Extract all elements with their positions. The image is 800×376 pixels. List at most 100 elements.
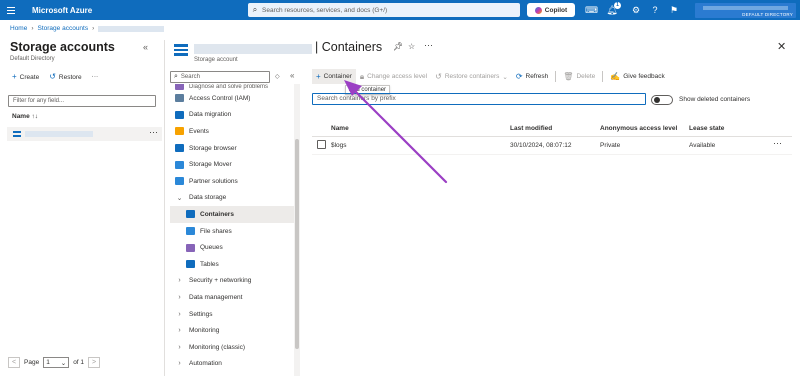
name-column-header[interactable]: Name ↑↓	[12, 113, 38, 120]
delete-label: Delete	[576, 73, 596, 80]
breadcrumb: Home › Storage accounts ›	[10, 25, 165, 32]
menu-item-label: Automation	[189, 360, 222, 368]
row-more-button[interactable]: ···	[773, 138, 782, 148]
chevron-down-icon: ⌄	[502, 73, 508, 81]
restore-icon: ↺	[49, 72, 56, 81]
resource-menu: Diagnose and solve problems Access Contro…	[170, 84, 294, 372]
storage-account-icon	[174, 44, 188, 56]
column-header-name[interactable]: Name	[331, 125, 349, 132]
menu-scrollbar[interactable]	[294, 84, 300, 376]
command-bar: + Container 🔒︎ Change access level ↺ Restor…	[312, 69, 669, 84]
plus-icon: +	[316, 72, 321, 81]
feedback-icon[interactable]: ⚑	[668, 4, 680, 16]
restore-button[interactable]: ↺ Restore	[49, 72, 81, 81]
menu-item-data-management[interactable]: › Data management	[170, 289, 294, 306]
menu-item-label: Containers	[200, 210, 234, 218]
add-container-label: Container	[323, 73, 352, 80]
menu-item-label: Storage browser	[189, 144, 237, 152]
breadcrumb-storage-accounts[interactable]: Storage accounts	[38, 25, 89, 32]
menu-item-label: File shares	[200, 227, 232, 235]
copilot-button[interactable]: Copilot	[527, 3, 575, 17]
resource-subtitle: Storage account	[194, 57, 238, 63]
page-select[interactable]: 1 ⌄	[43, 357, 70, 368]
lock-icon: 🔒︎	[359, 71, 365, 81]
menu-item-label: Monitoring (classic)	[189, 343, 245, 351]
menu-item-data-storage[interactable]: ⌄ Data storage	[170, 190, 294, 207]
close-icon[interactable]: ✕	[777, 40, 786, 53]
give-feedback-button[interactable]: ✍ Give feedback	[606, 69, 669, 84]
account-name-redacted	[703, 6, 788, 10]
menu-item-label: Events	[189, 127, 209, 135]
queues-icon	[186, 243, 195, 252]
next-page-button[interactable]: >	[88, 357, 101, 368]
more-options-button[interactable]: ···	[92, 73, 99, 80]
refresh-icon: ⟳	[515, 72, 523, 81]
star-icon[interactable]: ☆	[408, 42, 415, 51]
give-feedback-label: Give feedback	[623, 73, 665, 80]
plus-icon: +	[12, 72, 17, 81]
prev-page-button[interactable]: <	[8, 357, 20, 368]
menu-item-storage-browser[interactable]: Storage browser	[170, 140, 294, 157]
pin-icon[interactable]: 📌︎	[393, 42, 403, 51]
settings-icon[interactable]: ⚙	[630, 4, 642, 16]
menu-item-label: Access Control (IAM)	[189, 94, 251, 102]
chevron-right-icon: ›	[178, 327, 181, 335]
storage-account-icon	[13, 131, 21, 137]
storage-account-row[interactable]: ···	[7, 127, 162, 141]
menu-item-security-networking[interactable]: › Security + networking	[170, 273, 294, 290]
menu-item-monitoring[interactable]: › Monitoring	[170, 322, 294, 339]
scrollbar-thumb[interactable]	[295, 139, 299, 349]
column-header-last-modified[interactable]: Last modified	[510, 125, 552, 132]
more-options-button[interactable]: ···	[424, 40, 433, 50]
chevron-right-icon: ›	[178, 293, 181, 301]
menu-item-data-migration[interactable]: Data migration	[170, 107, 294, 124]
help-icon[interactable]: ?	[649, 4, 661, 16]
refresh-label: Refresh	[525, 73, 549, 80]
show-deleted-toggle[interactable]	[651, 95, 673, 105]
partner-solutions-icon	[175, 177, 184, 186]
column-header-access-level[interactable]: Anonymous access level	[600, 125, 677, 132]
delete-button[interactable]: 🗑︎ Delete	[559, 69, 599, 84]
column-header-lease-state[interactable]: Lease state	[689, 125, 724, 132]
container-name-link[interactable]: $logs	[331, 142, 347, 149]
filter-input[interactable]: Filter for any field...	[8, 95, 156, 107]
menu-item-tables[interactable]: Tables	[170, 256, 294, 273]
menu-item-file-shares[interactable]: File shares	[170, 223, 294, 240]
collapse-menu-icon[interactable]: «	[290, 71, 294, 80]
menu-item-access-control-iam[interactable]: Access Control (IAM)	[170, 90, 294, 107]
page-label: Page	[24, 359, 40, 366]
refresh-button[interactable]: ⟳ Refresh	[512, 69, 552, 84]
create-button[interactable]: + Create	[12, 72, 39, 81]
page-title: Storage accounts	[10, 40, 115, 54]
breadcrumb-account-redacted[interactable]	[98, 25, 165, 32]
collapse-panel-icon[interactable]: «	[143, 42, 148, 52]
cloud-shell-icon[interactable]: ⌨	[585, 4, 598, 16]
global-search-input[interactable]: ⌕ Search resources, services, and docs (…	[248, 3, 520, 17]
container-lease-state: Available	[689, 142, 716, 149]
events-icon	[175, 127, 184, 136]
notification-badge: 1	[614, 2, 621, 9]
menu-item-monitoring-classic[interactable]: › Monitoring (classic)	[170, 339, 294, 356]
menu-item-events[interactable]: Events	[170, 123, 294, 140]
add-container-button[interactable]: + Container	[312, 69, 356, 84]
account-menu[interactable]: DEFAULT DIRECTORY	[695, 3, 796, 18]
restore-containers-button[interactable]: ↺ Restore containers ⌄	[431, 69, 512, 84]
change-access-level-button[interactable]: 🔒︎ Change access level	[356, 69, 431, 84]
menu-item-settings[interactable]: › Settings	[170, 306, 294, 323]
breadcrumb-home[interactable]: Home	[10, 25, 27, 32]
menu-item-label: Queues	[200, 244, 223, 252]
menu-search-input[interactable]: ⌕ Search	[170, 71, 270, 83]
menu-item-containers[interactable]: Containers	[170, 206, 294, 223]
container-search-input[interactable]: Search containers by prefix	[312, 93, 646, 105]
menu-options-icon[interactable]: ◇	[275, 73, 280, 80]
row-checkbox[interactable]	[317, 140, 326, 149]
menu-item-storage-mover[interactable]: Storage Mover	[170, 156, 294, 173]
menu-item-partner-solutions[interactable]: Partner solutions	[170, 173, 294, 190]
menu-item-automation[interactable]: › Automation	[170, 356, 294, 373]
menu-icon[interactable]	[0, 0, 22, 20]
row-more-button[interactable]: ···	[149, 127, 158, 137]
chevron-down-icon: ⌄	[60, 359, 67, 367]
menu-item-queues[interactable]: Queues	[170, 239, 294, 256]
portal-brand[interactable]: Microsoft Azure	[32, 6, 92, 15]
page-of-label: of 1	[73, 359, 85, 366]
